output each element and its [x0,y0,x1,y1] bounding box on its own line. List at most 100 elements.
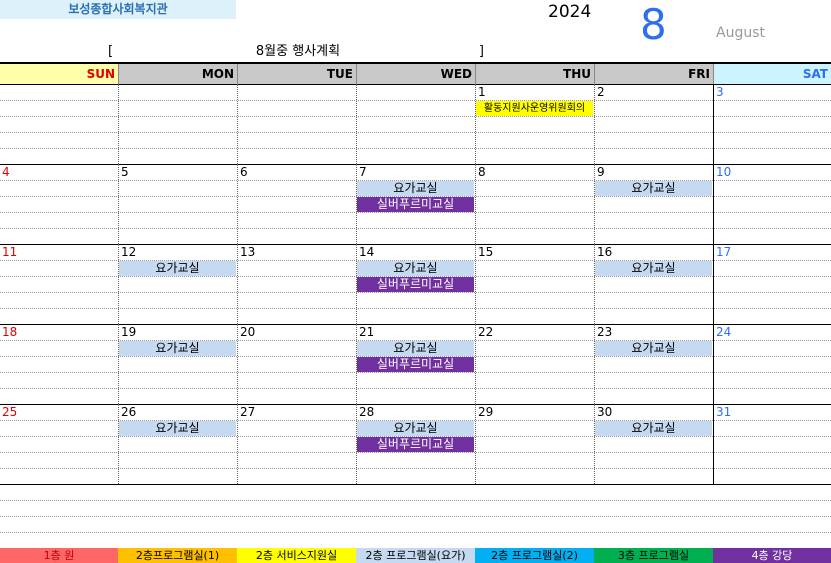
legend-item: 4층 강당 [713,548,831,563]
year-label: 2024 [548,2,592,22]
day-number: 17 [716,245,732,259]
event-label[interactable]: 실버푸르미교실 [357,437,474,452]
calendar-week: 1 2 3 [0,84,831,164]
event-label[interactable]: 요가교실 [595,261,712,276]
event-label[interactable]: 요가교실 [595,421,712,436]
day-number: 15 [478,245,494,259]
event-label[interactable]: 요가교실 [357,261,474,276]
day-number: 6 [240,165,248,179]
day-number: 30 [597,405,613,419]
day-cell[interactable]: 5 [118,164,237,244]
day-cell[interactable]: 23 [594,324,713,404]
day-cell[interactable]: 4 [0,164,118,244]
legend-item: 2층 서비스지원실 [237,548,356,563]
weekday-4: THU [475,64,594,84]
day-cell[interactable]: 30 [594,404,713,484]
day-number: 19 [121,325,137,339]
day-cell[interactable]: 8 [475,164,594,244]
day-number: 22 [478,325,494,339]
day-number: 4 [2,165,10,179]
day-number: 31 [716,405,732,419]
weekday-2: TUE [237,64,356,84]
legend-item: 3층 프로그램실 [594,548,713,563]
day-number: 11 [2,245,18,259]
day-cell[interactable]: 27 [237,404,356,484]
day-number: 27 [240,405,256,419]
day-cell[interactable]: 26 [118,404,237,484]
event-label[interactable]: 요가교실 [119,421,236,436]
event-label[interactable]: 요가교실 [119,261,236,276]
event-label[interactable]: 실버푸르미교실 [357,357,474,372]
day-cell[interactable] [118,84,237,164]
event-label[interactable]: 요가교실 [595,181,712,196]
row-divider [0,500,831,501]
event-label[interactable]: 실버푸르미교실 [357,277,474,292]
day-cell[interactable] [0,84,118,164]
day-number: 2 [597,85,605,99]
day-number: 21 [359,325,375,339]
day-cell[interactable]: 12 [118,244,237,324]
weekday-5: FRI [594,64,713,84]
day-number: 23 [597,325,613,339]
day-number: 1 [478,85,486,99]
day-cell[interactable]: 17 [713,244,831,324]
month-name: August [716,25,765,41]
day-number: 28 [359,405,375,419]
legend-item: 2층 프로그램실(2) [475,548,594,563]
day-number: 13 [240,245,256,259]
day-number: 9 [597,165,605,179]
day-cell[interactable] [237,84,356,164]
calendar-grid: 1 2 3 4 5 6 7 8 9 10 11 12 13 14 15 16 17 18 19 20 21 22 23 24 2… [0,84,831,549]
weekday-6: SAT [713,64,831,84]
day-cell[interactable]: 29 [475,404,594,484]
weekday-3: WED [356,64,475,84]
event-label[interactable]: 요가교실 [357,341,474,356]
room-legend: 1층 원 2층프로그램실(1) 2층 서비스지원실 2층 프로그램실(요가) 2층 프로… [0,548,831,563]
day-cell[interactable]: 24 [713,324,831,404]
day-cell[interactable]: 10 [713,164,831,244]
grid-bottom [0,484,831,485]
day-cell[interactable]: 18 [0,324,118,404]
day-cell[interactable]: 11 [0,244,118,324]
day-cell[interactable]: 15 [475,244,594,324]
day-number: 12 [121,245,137,259]
day-cell[interactable]: 19 [118,324,237,404]
day-cell[interactable]: 3 [713,84,831,164]
day-cell[interactable]: 31 [713,404,831,484]
day-cell[interactable]: 25 [0,404,118,484]
row-divider [0,516,831,517]
legend-item: 2층프로그램실(1) [118,548,237,563]
event-label[interactable]: 요가교실 [595,341,712,356]
legend-item: 1층 원 [0,548,118,563]
event-label[interactable]: 요가교실 [119,341,236,356]
day-cell[interactable]: 9 [594,164,713,244]
day-cell[interactable]: 13 [237,244,356,324]
page-title: 8월중 행사계획 [255,44,341,59]
day-cell[interactable] [356,84,475,164]
day-number: 16 [597,245,613,259]
weekday-0: SUN [0,64,118,84]
event-label[interactable]: 실버푸르미교실 [357,197,474,212]
day-cell[interactable]: 16 [594,244,713,324]
weekday-1: MON [118,64,237,84]
day-number: 5 [121,165,129,179]
day-cell[interactable]: 6 [237,164,356,244]
day-number: 29 [478,405,494,419]
org-name: 보성종합사회복지관 [0,0,236,19]
day-number: 24 [716,325,732,339]
subtitle-bar: [ 8월중 행사계획 ] [108,43,488,61]
day-number: 3 [716,85,724,99]
day-cell[interactable]: 1 [475,84,594,164]
day-number: 26 [121,405,137,419]
day-number: 7 [359,165,367,179]
day-cell[interactable]: 22 [475,324,594,404]
day-number: 8 [478,165,486,179]
day-cell[interactable]: 20 [237,324,356,404]
day-cell[interactable]: 2 [594,84,713,164]
event-label[interactable]: 요가교실 [357,181,474,196]
day-number: 10 [716,165,732,179]
day-number: 18 [2,325,18,339]
event-label[interactable]: 활동지원사운영위원회의 [476,101,593,116]
event-label[interactable]: 요가교실 [357,421,474,436]
row-divider [0,532,831,533]
